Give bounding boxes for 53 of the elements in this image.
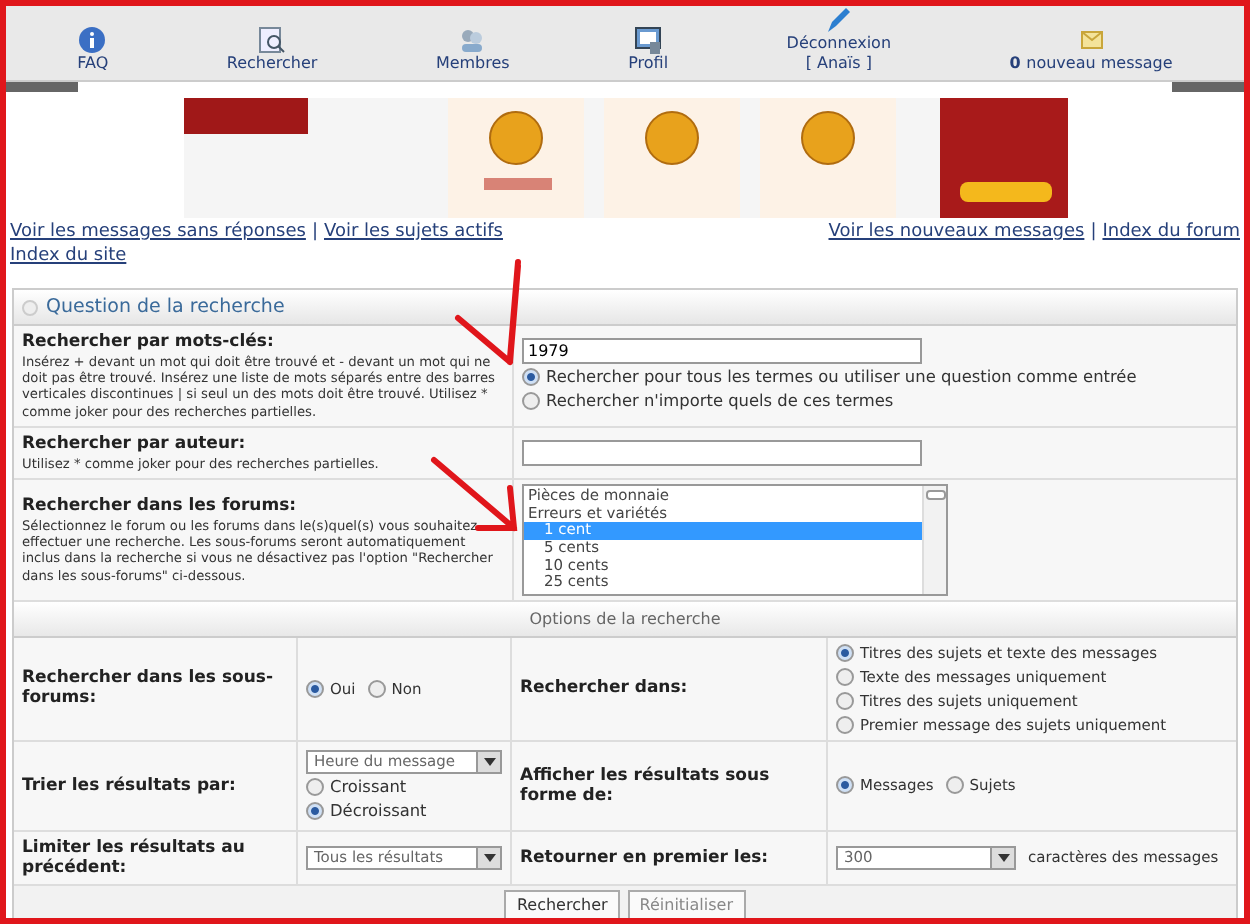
author-field[interactable] (522, 440, 922, 467)
radio-button[interactable] (836, 691, 854, 710)
field-label: Rechercher par auteur: (22, 433, 248, 454)
radio-button[interactable] (522, 392, 540, 411)
search-icon (258, 26, 287, 55)
radio-option[interactable]: Rechercher n'importe quels de ces termes (522, 390, 894, 413)
nav-link[interactable]: Membres (435, 26, 510, 74)
radio-button[interactable] (306, 801, 324, 820)
radio-button[interactable] (306, 777, 324, 796)
bullet-icon (22, 299, 38, 315)
link[interactable]: Voir les nouveaux messages (828, 220, 1085, 244)
info-icon (78, 26, 107, 55)
field-label: Limiter les résultats au précédent: (22, 837, 247, 878)
panel-title: Question de la recherche (46, 296, 285, 318)
radio-button[interactable] (836, 776, 854, 795)
link[interactable]: Index du site (10, 244, 127, 268)
corner-strip (1172, 82, 1244, 92)
section-header: Options de la recherche (14, 601, 1236, 638)
nav-link[interactable]: 0 nouveau message (1009, 26, 1173, 74)
radio-option[interactable]: Croissant (306, 775, 407, 798)
separator: | (311, 220, 318, 244)
link[interactable]: Index du forum (1102, 220, 1240, 244)
pen-icon (824, 6, 853, 35)
field-label: Rechercher dans les forums: (22, 495, 299, 516)
form-button[interactable]: Rechercher (504, 889, 620, 918)
nav-link[interactable]: Déconnexion [ Anaïs ] (786, 6, 892, 74)
nav-link[interactable]: FAQ (77, 26, 109, 74)
people-icon (458, 26, 487, 55)
radio-button[interactable] (836, 667, 854, 686)
nav-link[interactable]: Rechercher (226, 26, 318, 74)
radio-option[interactable]: Décroissant (306, 799, 427, 822)
field-label: Afficher les résultats sous forme de: (520, 765, 772, 806)
scrollbar[interactable] (922, 486, 946, 594)
radio-option[interactable]: Rechercher pour tous les termes ou utiliser une question comme entrée (522, 366, 1137, 389)
field-label: Rechercher par mots-clés: (22, 332, 276, 352)
keywords-field[interactable]: 1979 (522, 338, 922, 365)
link[interactable]: Voir les messages sans réponses (10, 220, 306, 244)
link[interactable]: Voir les sujets actifs (324, 220, 503, 244)
field-label: Rechercher dans les sous-forums: (22, 668, 275, 709)
field-label: Retourner en premier les: (520, 847, 771, 868)
radio-button[interactable] (836, 643, 854, 662)
field-label: Rechercher dans: (520, 678, 690, 699)
corner-strip (6, 82, 78, 92)
profile-icon (634, 26, 663, 55)
nav-link[interactable]: Profil (628, 26, 669, 74)
field-label: Trier les résultats par: (22, 775, 238, 796)
envelope-icon (1077, 26, 1106, 55)
radio-button[interactable] (522, 368, 540, 387)
radio-button[interactable] (836, 715, 854, 734)
radio-button[interactable] (945, 776, 964, 795)
radio-button[interactable] (306, 679, 324, 698)
separator: | (1090, 220, 1097, 244)
radio-button[interactable] (367, 679, 386, 698)
